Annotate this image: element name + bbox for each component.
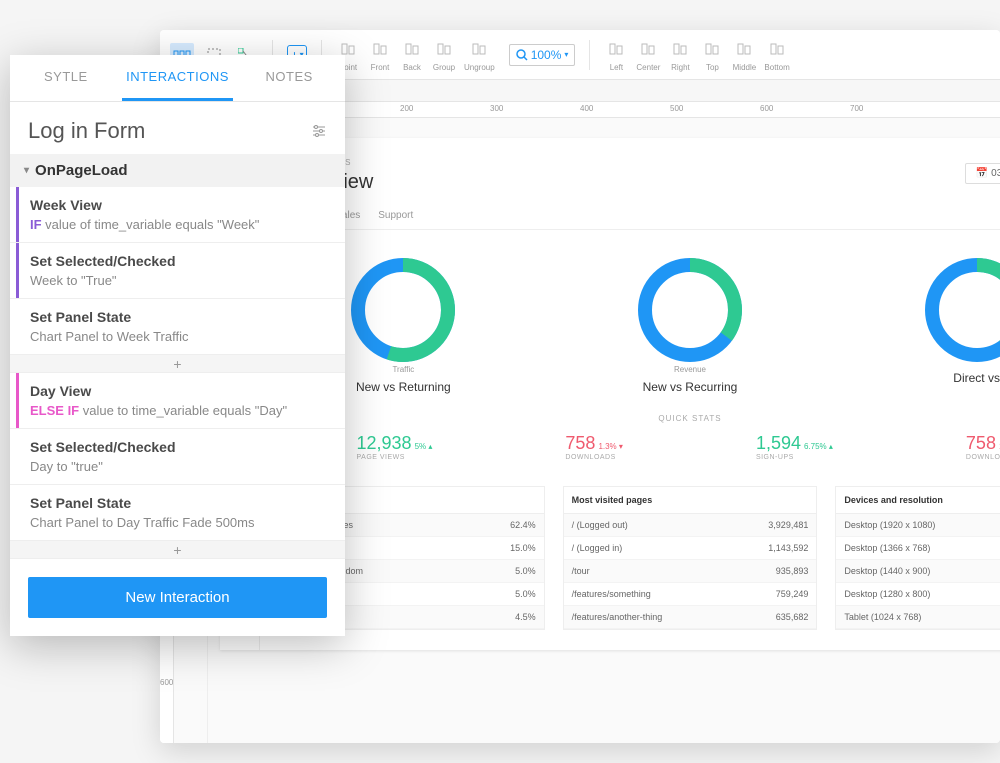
- stat-value: 7581.3% ▾: [565, 433, 623, 454]
- action-description: Chart Panel to Week Traffic: [30, 329, 329, 344]
- stat-label: PAGE VIEWS: [357, 454, 433, 461]
- action-title: Week View: [30, 197, 329, 213]
- action-card[interactable]: Set Panel State Chart Panel to Week Traf…: [10, 299, 345, 355]
- stat-block: 7581.3% ▾ DOWNLOADS: [966, 433, 1000, 461]
- dashboard-tabs: TrafficSalesSupport: [290, 204, 1000, 230]
- action-card[interactable]: Set Selected/Checked Week to "True": [10, 243, 345, 299]
- donut-small-label: Traffic: [348, 365, 458, 374]
- insert-action-bar[interactable]: +: [10, 541, 345, 559]
- right-tool[interactable]: Right: [668, 37, 692, 72]
- table-row: /tour935,893: [564, 560, 817, 583]
- quick-stats-heading: QUICK STATS: [290, 414, 1000, 423]
- action-description: ELSE IF value to time_variable equals "D…: [30, 403, 329, 418]
- action-title: Day View: [30, 383, 329, 399]
- top-tool[interactable]: Top: [700, 37, 724, 72]
- interactions-panel: SYTLE INTERACTIONS NOTES Log in Form OnP…: [10, 55, 345, 636]
- actions-list: Week View IF value of time_variable equa…: [10, 187, 345, 559]
- stat-label: DOWNLOADS: [565, 454, 623, 461]
- breadcrumb: DASHBOARDS: [290, 158, 1000, 167]
- date-picker[interactable]: 📅 03/21/2018: [965, 163, 1000, 184]
- action-card[interactable]: Set Selected/Checked Day to "true": [10, 429, 345, 485]
- event-header[interactable]: OnPageLoad: [10, 154, 345, 187]
- stat-label: SIGN-UPS: [756, 454, 833, 461]
- donut-charts-row: Traffic New vs Returning Revenue New vs …: [290, 255, 1000, 394]
- ungroup-tool[interactable]: Ungroup: [464, 37, 495, 72]
- group-tool[interactable]: Group: [432, 37, 456, 72]
- action-card[interactable]: Day View ELSE IF value to time_variable …: [10, 373, 345, 429]
- zoom-value: 100%: [531, 48, 562, 62]
- left-tool[interactable]: Left: [604, 37, 628, 72]
- table-header: Most visited pages: [564, 487, 817, 514]
- action-description: Day to "true": [30, 459, 329, 474]
- table-row: /features/another-thing635,682: [564, 606, 817, 629]
- insert-action-bar[interactable]: +: [10, 355, 345, 373]
- settings-icon[interactable]: [311, 124, 327, 138]
- donut-big-label: Direct vs: [922, 371, 1000, 385]
- table-row: Desktop (1280 x 800): [836, 583, 1000, 606]
- mini-table: Devices and resolution Desktop (1920 x 1…: [835, 486, 1000, 630]
- stat-value: 7581.3% ▾: [966, 433, 1000, 454]
- table-row: Desktop (1440 x 900): [836, 560, 1000, 583]
- table-row: Desktop (1920 x 1080): [836, 514, 1000, 537]
- table-header: Devices and resolution: [836, 487, 1000, 514]
- dashboard-tab-support[interactable]: Support: [378, 204, 413, 229]
- donut-chart: Traffic New vs Returning: [348, 255, 458, 394]
- action-card[interactable]: Set Panel State Chart Panel to Day Traff…: [10, 485, 345, 541]
- divider: [589, 40, 590, 70]
- center-tool[interactable]: Center: [636, 37, 660, 72]
- back-tool[interactable]: Back: [400, 37, 424, 72]
- action-title: Set Selected/Checked: [30, 253, 329, 269]
- stat-value: 12,9385% ▴: [357, 433, 433, 454]
- donut-chart: Direct vs: [922, 255, 1000, 394]
- zoom-control[interactable]: 100% ▾: [509, 44, 576, 66]
- bottom-tables: Countries United States62.4%India15.0%Un…: [290, 486, 1000, 630]
- stat-value: 1,5946.75% ▴: [756, 433, 833, 454]
- stat-block: 1,5946.75% ▴ SIGN-UPS: [756, 433, 833, 461]
- donut-big-label: New vs Recurring: [635, 380, 745, 394]
- bottom-tool[interactable]: Bottom: [764, 37, 789, 72]
- tab-notes[interactable]: NOTES: [233, 55, 345, 101]
- action-title: Set Panel State: [30, 495, 329, 511]
- chevron-down-icon: ▾: [564, 50, 568, 59]
- panel-title: Log in Form: [28, 118, 145, 144]
- action-description: Chart Panel to Day Traffic Fade 500ms: [30, 515, 329, 530]
- middle-tool[interactable]: Middle: [732, 37, 756, 72]
- table-row: Desktop (1366 x 768): [836, 537, 1000, 560]
- table-row: / (Logged out)3,929,481: [564, 514, 817, 537]
- stats-row: 12,9385% ▴ PAGE VIEWS 7581.3% ▾ DOWNLOAD…: [290, 433, 1000, 461]
- table-row: Tablet (1024 x 768): [836, 606, 1000, 629]
- front-tool[interactable]: Front: [368, 37, 392, 72]
- tab-interactions[interactable]: INTERACTIONS: [122, 55, 234, 101]
- stat-block: 7581.3% ▾ DOWNLOADS: [565, 433, 623, 461]
- action-card[interactable]: Week View IF value of time_variable equa…: [10, 187, 345, 243]
- arrange-group: PointFrontBackGroupUngroup: [336, 37, 495, 72]
- action-description: Week to "True": [30, 273, 329, 288]
- donut-big-label: New vs Returning: [348, 380, 458, 394]
- panel-tabs: SYTLE INTERACTIONS NOTES: [10, 55, 345, 102]
- stat-label: DOWNLOADS: [966, 454, 1000, 461]
- action-title: Set Selected/Checked: [30, 439, 329, 455]
- tab-style[interactable]: SYTLE: [10, 55, 122, 101]
- table-row: /features/something759,249: [564, 583, 817, 606]
- action-description: IF value of time_variable equals "Week": [30, 217, 329, 232]
- align-group: Left Center Right Top Middle Bottom: [604, 37, 789, 72]
- stat-block: 12,9385% ▴ PAGE VIEWS: [357, 433, 433, 461]
- donut-chart: Revenue New vs Recurring: [635, 255, 745, 394]
- action-title: Set Panel State: [30, 309, 329, 325]
- table-row: / (Logged in)1,143,592: [564, 537, 817, 560]
- mini-table: Most visited pages / (Logged out)3,929,4…: [563, 486, 818, 630]
- new-interaction-button[interactable]: New Interaction: [28, 577, 327, 618]
- donut-small-label: Revenue: [635, 365, 745, 374]
- page-title: Overview: [290, 171, 1000, 194]
